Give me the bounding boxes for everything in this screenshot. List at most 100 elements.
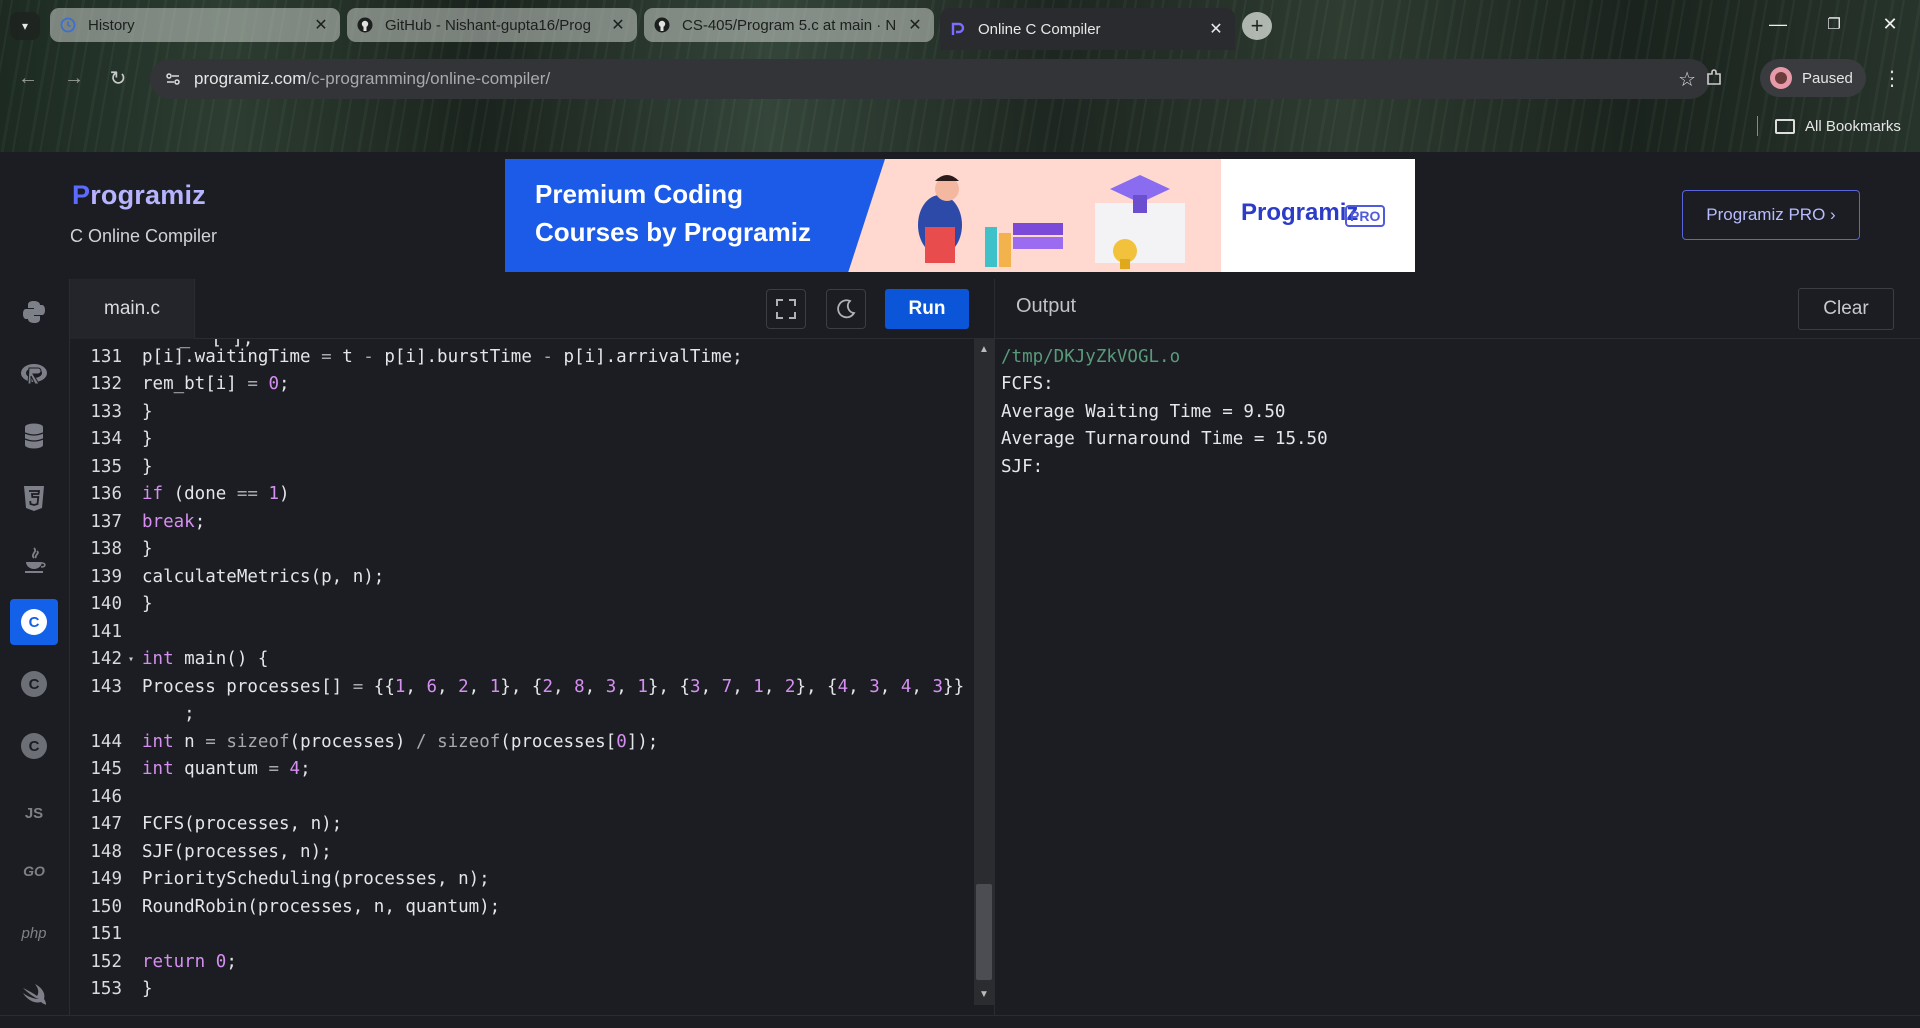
code-line[interactable]: 140} [70,591,970,619]
scroll-up-arrow[interactable]: ▲ [974,341,994,357]
code-line[interactable]: 142 ▾ int main() { [70,646,970,674]
history-icon [60,17,76,33]
browser-menu-icon[interactable]: ⋮ [1880,64,1904,92]
line-number: 136 [90,484,122,505]
code-text: return 0; [142,951,237,972]
line-number: 146 [90,786,122,807]
language-c[interactable]: C [10,599,58,645]
programiz-logo[interactable]: Programiz [72,180,206,211]
window-close-icon[interactable]: ✕ [1868,8,1912,40]
output-console[interactable]: /tmp/DKJyZkVOGL.o FCFS: Average Waiting Ti… [994,339,1920,1015]
minimize-icon[interactable]: — [1756,8,1800,40]
fullscreen-button[interactable] [766,289,806,329]
code-line[interactable]: 147 FCFS(processes, n); [70,811,970,839]
code-text: ; [142,704,195,725]
line-number: 148 [90,841,122,862]
theme-toggle-button[interactable] [826,289,866,329]
code-line[interactable]: 153} [70,976,970,1004]
go-icon: GO [23,863,45,879]
line-number: 139 [90,566,122,587]
language-csharp[interactable]: C [10,723,58,769]
code-line[interactable]: 145 int quantum = 4; [70,756,970,784]
fold-arrow-icon[interactable]: ▾ [128,654,142,665]
line-number: 141 [90,621,122,642]
language-sql[interactable] [10,413,58,459]
close-icon[interactable]: ✕ [609,16,627,34]
language-php[interactable]: php [10,910,58,956]
forward-icon[interactable]: → [60,64,88,92]
code-line[interactable]: 148 SJF(processes, n); [70,838,970,866]
bottom-strip [0,1015,1920,1028]
language-swift[interactable] [10,972,58,1018]
code-line[interactable]: 135} [70,453,970,481]
code-line[interactable]: 132 rem_bt[i] = 0; [70,371,970,399]
tab-online-c-compiler[interactable]: Online C Compiler ✕ [940,8,1235,50]
close-icon[interactable]: ✕ [906,16,924,34]
line-number: 142 [90,649,122,670]
restore-icon[interactable]: ❐ [1812,8,1856,40]
code-line[interactable]: 133} [70,398,970,426]
code-line[interactable]: 138} [70,536,970,564]
scroll-down-arrow[interactable]: ▼ [974,986,994,1002]
html5-icon [24,486,44,511]
tab-title: Online C Compiler [978,20,1101,38]
profile-button[interactable]: Paused [1760,59,1866,97]
file-tab-main-c[interactable]: main.c [70,279,195,339]
code-text: } [142,539,153,560]
language-html[interactable] [10,475,58,521]
url-text[interactable]: programiz.com/c-programming/online-compi… [194,69,550,89]
programiz-pro-button[interactable]: Programiz PRO › [1682,190,1860,240]
code-line[interactable]: 152 return 0; [70,948,970,976]
language-r[interactable] [10,351,58,397]
line-number: 137 [90,511,122,532]
code-line[interactable]: 139 calculateMetrics(p, n); [70,563,970,591]
run-button[interactable]: Run [885,289,969,329]
line-number: 134 [90,429,122,450]
banner-brand: Programiz [1241,199,1359,226]
clear-output-button[interactable]: Clear [1798,288,1894,330]
code-text: int n = sizeof(processes) / sizeof(proce… [142,731,659,752]
language-cpp[interactable]: C [10,661,58,707]
bookmark-star-icon[interactable]: ☆ [1678,67,1696,92]
code-editor[interactable]: _ [ ]; 131 p[i].waitingTime = t - p[i].bu… [70,339,994,1015]
code-text: PriorityScheduling(processes, n); [142,869,490,890]
tab-title: GitHub - Nishant-gupta16/Prog [385,16,591,34]
code-line[interactable]: 143 Process processes[] = {{1, 6, 2, 1}, … [70,673,970,701]
address-bar[interactable]: programiz.com/c-programming/online-compi… [150,59,1710,99]
code-line[interactable]: 137 break; [70,508,970,536]
code-line[interactable]: 150 RoundRobin(processes, n, quantum); [70,893,970,921]
all-bookmarks[interactable]: All Bookmarks [1775,114,1901,138]
tab-github-program[interactable]: CS-405/Program 5.c at main · N ✕ [644,8,934,42]
code-line[interactable]: 151 [70,921,970,949]
tab-history[interactable]: History ✕ [50,8,340,42]
code-text: calculateMetrics(p, n); [142,566,385,587]
logo-p: P [72,180,91,210]
code-line[interactable]: 136 if (done == 1) [70,481,970,509]
close-icon[interactable]: ✕ [312,16,330,34]
close-icon[interactable]: ✕ [1207,20,1225,38]
code-line[interactable]: 141 [70,618,970,646]
code-line[interactable]: 149 PriorityScheduling(processes, n); [70,866,970,894]
code-line[interactable]: 146 [70,783,970,811]
code-text: } [142,979,153,1000]
tab-github-profile[interactable]: GitHub - Nishant-gupta16/Prog ✕ [347,8,637,42]
site-info-icon[interactable] [158,64,188,94]
extensions-icon[interactable] [1700,64,1728,92]
code-line[interactable]: ; [70,701,970,729]
line-number: 138 [90,539,122,560]
new-tab-button[interactable]: + [1242,12,1272,40]
code-line[interactable]: 144 int n = sizeof(processes) / sizeof(pr… [70,728,970,756]
code-line[interactable]: 134} [70,426,970,454]
reload-icon[interactable]: ↻ [104,64,132,92]
language-java[interactable] [10,537,58,583]
promo-banner[interactable]: Premium Coding Courses by Programiz Prog… [505,159,1415,272]
line-number: 151 [90,924,122,945]
code-text: p[i].waitingTime = t - p[i].burstTime - … [142,346,743,367]
language-go[interactable]: GO [10,848,58,894]
language-javascript[interactable]: JS [10,790,58,836]
language-python[interactable] [10,289,58,335]
tab-search-button[interactable]: ▾ [10,12,40,40]
scrollbar-thumb[interactable] [976,884,992,980]
back-icon[interactable]: ← [14,64,42,92]
code-line[interactable]: 131 p[i].waitingTime = t - p[i].burstTime… [70,343,970,371]
